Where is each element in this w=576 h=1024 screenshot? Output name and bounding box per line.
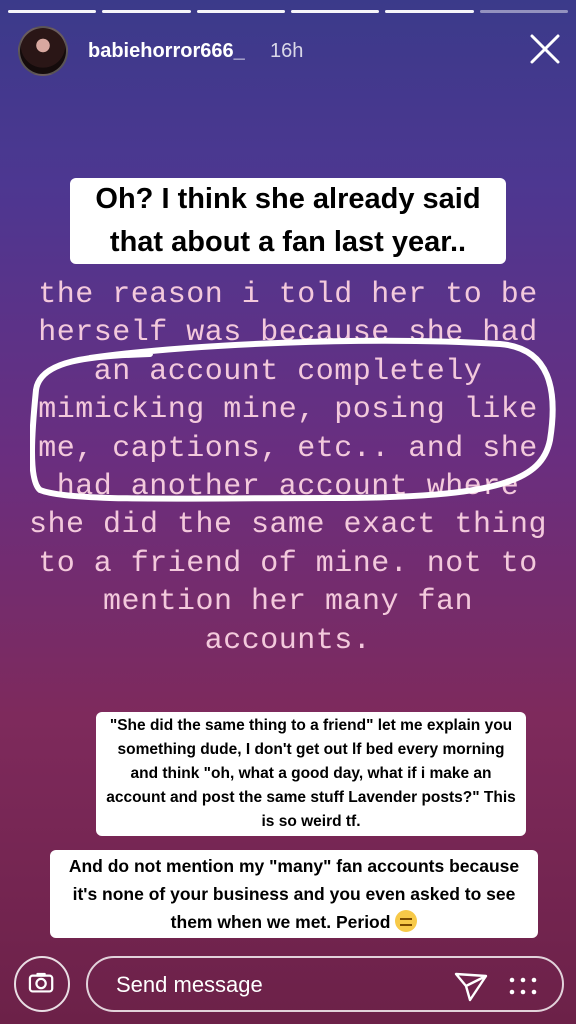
progress-segment xyxy=(8,10,97,13)
camera-icon xyxy=(28,972,54,993)
timestamp: 16h xyxy=(270,40,304,62)
caption-middle: "She did the same thing to a friend" let… xyxy=(96,712,526,836)
highlight-circle xyxy=(30,337,556,502)
send-message-placeholder: Send message xyxy=(116,972,263,997)
progress-segment xyxy=(196,10,285,13)
progress-segment xyxy=(385,10,474,13)
caption-bottom: And do not mention my "many" fan account… xyxy=(50,850,538,938)
send-icon[interactable] xyxy=(452,970,490,1004)
camera-button[interactable] xyxy=(14,956,70,1012)
progress-segment xyxy=(102,10,191,13)
avatar[interactable] xyxy=(18,26,68,76)
story-progress-bar xyxy=(8,10,568,13)
username[interactable]: babiehorror666_ xyxy=(88,40,245,63)
story-header: babiehorror666_ 16h xyxy=(18,26,562,80)
progress-segment-active xyxy=(479,10,568,13)
close-icon[interactable] xyxy=(528,32,562,66)
caption-bottom-text: And do not mention my "many" fan account… xyxy=(68,856,520,932)
story-footer: Send message xyxy=(0,934,576,1024)
expressionless-face-icon xyxy=(395,910,418,932)
caption-top: Oh? I think she already said that about … xyxy=(70,178,506,264)
progress-segment xyxy=(290,10,380,13)
more-icon[interactable] xyxy=(506,974,540,1000)
